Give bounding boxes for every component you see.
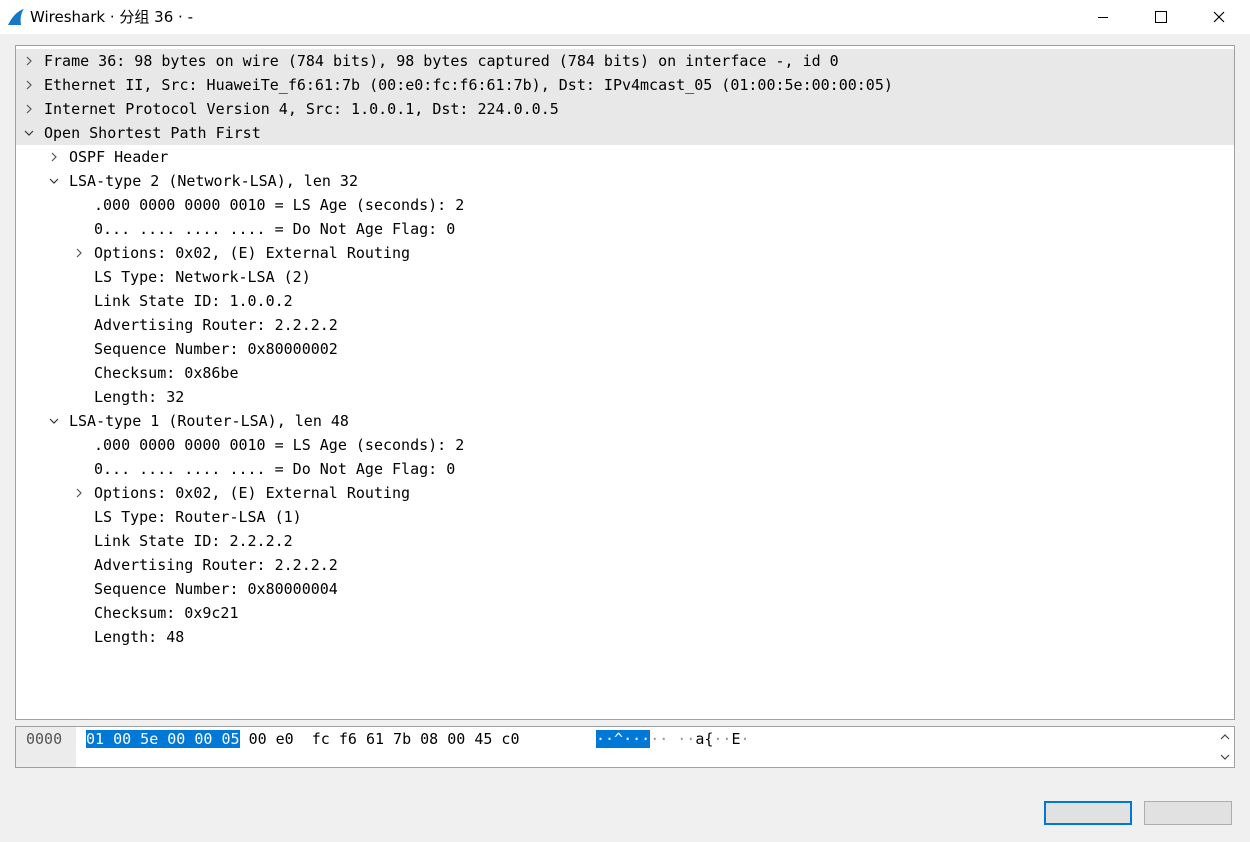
tree-row-text: 0... .... .... .... = Do Not Age Flag: 0 <box>94 220 456 238</box>
chevron-up-icon <box>1220 734 1230 740</box>
tree-row[interactable]: 0... .... .... .... = Do Not Age Flag: 0 <box>16 457 1234 481</box>
tree-row-text: Internet Protocol Version 4, Src: 1.0.0.… <box>44 100 559 118</box>
chevron-right-icon[interactable] <box>22 49 36 73</box>
tree-row-text: Sequence Number: 0x80000002 <box>94 340 338 358</box>
tree-row[interactable]: Open Shortest Path First <box>16 121 1234 145</box>
tree-row-text: .000 0000 0000 0010 = LS Age (seconds): … <box>94 436 465 454</box>
tree-row[interactable]: .000 0000 0000 0010 = LS Age (seconds): … <box>16 433 1234 457</box>
ascii-bytes[interactable]: ··^····· ··a{··E· <box>596 727 750 751</box>
tree-row-text: Open Shortest Path First <box>44 124 261 142</box>
tree-row[interactable]: Internet Protocol Version 4, Src: 1.0.0.… <box>16 97 1234 121</box>
ok-button[interactable] <box>1044 801 1132 825</box>
minimize-button[interactable] <box>1074 0 1132 34</box>
hex-offset-gutter: 0000 <box>16 727 76 767</box>
tree-row[interactable]: Sequence Number: 0x80000002 <box>16 337 1234 361</box>
tree-row-text: 0... .... .... .... = Do Not Age Flag: 0 <box>94 460 456 478</box>
tree-row-text: Options: 0x02, (E) External Routing <box>94 244 411 262</box>
close-button[interactable] <box>1190 0 1248 34</box>
packet-details-tree[interactable]: Frame 36: 98 bytes on wire (784 bits), 9… <box>15 45 1235 720</box>
cancel-button[interactable] <box>1144 801 1232 825</box>
tree-row[interactable]: Length: 48 <box>16 625 1234 649</box>
maximize-button[interactable] <box>1132 0 1190 34</box>
ascii-rest[interactable]: ·· <box>668 730 695 748</box>
packet-bytes-pane[interactable]: 0000 01 00 5e 00 00 05 00 e0 fc f6 61 7b… <box>15 726 1235 768</box>
chevron-right-icon[interactable] <box>47 145 61 169</box>
tree-row[interactable]: LSA-type 1 (Router-LSA), len 48 <box>16 409 1234 433</box>
tree-row-text: .000 0000 0000 0010 = LS Age (seconds): … <box>94 196 465 214</box>
chevron-right-icon[interactable] <box>22 97 36 121</box>
ascii-selected[interactable]: ··^··· <box>596 730 651 748</box>
scroll-down-button[interactable] <box>1217 748 1233 766</box>
tree-row[interactable]: Checksum: 0x9c21 <box>16 601 1234 625</box>
tree-row[interactable]: Checksum: 0x86be <box>16 361 1234 385</box>
title-bar[interactable]: Wireshark · 分组 36 · - <box>0 0 1250 34</box>
tree-row-text: Checksum: 0x86be <box>94 364 239 382</box>
hex-bytes-rest[interactable]: 00 e0 fc f6 61 7b 08 00 45 c0 <box>249 730 520 748</box>
chevron-down-icon[interactable] <box>22 121 36 145</box>
tree-row-text: Checksum: 0x9c21 <box>94 604 239 622</box>
chevron-down-icon[interactable] <box>47 409 61 433</box>
tree-row[interactable]: Length: 32 <box>16 385 1234 409</box>
tree-row[interactable]: LS Type: Router-LSA (1) <box>16 505 1234 529</box>
chevron-right-icon[interactable] <box>72 241 86 265</box>
hex-bytes-selected[interactable]: 01 00 5e 00 00 05 <box>86 730 240 748</box>
tree-row[interactable]: Options: 0x02, (E) External Routing <box>16 481 1234 505</box>
tree-row[interactable]: LS Type: Network-LSA (2) <box>16 265 1234 289</box>
ascii-rest[interactable]: ·· <box>713 730 731 748</box>
scroll-up-button[interactable] <box>1217 728 1233 746</box>
tree-row-text: Link State ID: 2.2.2.2 <box>94 532 293 550</box>
tree-row[interactable]: Link State ID: 1.0.0.2 <box>16 289 1234 313</box>
tree-row-text: Ethernet II, Src: HuaweiTe_f6:61:7b (00:… <box>44 76 893 94</box>
hex-offset: 0000 <box>26 730 63 748</box>
tree-row-text: LSA-type 2 (Network-LSA), len 32 <box>69 172 358 190</box>
tree-row[interactable]: Advertising Router: 2.2.2.2 <box>16 313 1234 337</box>
hex-bytes[interactable]: 01 00 5e 00 00 05 00 e0 fc f6 61 7b 08 0… <box>86 727 520 751</box>
ascii-rest[interactable]: E <box>731 730 740 748</box>
tree-row[interactable]: Ethernet II, Src: HuaweiTe_f6:61:7b (00:… <box>16 73 1234 97</box>
tree-row-text: LSA-type 1 (Router-LSA), len 48 <box>69 412 349 430</box>
tree-row[interactable]: LSA-type 2 (Network-LSA), len 32 <box>16 169 1234 193</box>
tree-row-text: Link State ID: 1.0.0.2 <box>94 292 293 310</box>
ascii-rest[interactable]: ·· <box>650 730 668 748</box>
close-icon <box>1213 11 1225 23</box>
ascii-rest[interactable]: · <box>741 730 750 748</box>
tree-row-text: Frame 36: 98 bytes on wire (784 bits), 9… <box>44 52 839 70</box>
tree-row[interactable]: OSPF Header <box>16 145 1234 169</box>
tree-row-text: Length: 32 <box>94 388 185 406</box>
tree-row[interactable]: .000 0000 0000 0010 = LS Age (seconds): … <box>16 193 1234 217</box>
ascii-rest[interactable]: a{ <box>695 730 713 748</box>
tree-row[interactable]: 0... .... .... .... = Do Not Age Flag: 0 <box>16 217 1234 241</box>
tree-row-text: LS Type: Network-LSA (2) <box>94 268 311 286</box>
chevron-right-icon[interactable] <box>72 481 86 505</box>
tree-row-text: Options: 0x02, (E) External Routing <box>94 484 411 502</box>
tree-row[interactable]: Advertising Router: 2.2.2.2 <box>16 553 1234 577</box>
chevron-down-icon[interactable] <box>47 169 61 193</box>
chevron-down-icon <box>1220 754 1230 760</box>
chevron-right-icon[interactable] <box>22 73 36 97</box>
window-title: Wireshark · 分组 36 · - <box>30 8 193 26</box>
tree-row-text: LS Type: Router-LSA (1) <box>94 508 302 526</box>
tree-row-text: Advertising Router: 2.2.2.2 <box>94 316 338 334</box>
tree-row-text: Sequence Number: 0x80000004 <box>94 580 338 598</box>
tree-row[interactable]: Options: 0x02, (E) External Routing <box>16 241 1234 265</box>
wireshark-fin-icon <box>6 7 26 27</box>
tree-row[interactable]: Sequence Number: 0x80000004 <box>16 577 1234 601</box>
tree-row-text: Advertising Router: 2.2.2.2 <box>94 556 338 574</box>
maximize-icon <box>1155 11 1167 23</box>
tree-row[interactable]: Link State ID: 2.2.2.2 <box>16 529 1234 553</box>
minimize-icon <box>1098 17 1108 18</box>
tree-row[interactable]: Frame 36: 98 bytes on wire (784 bits), 9… <box>16 49 1234 73</box>
tree-row-text: OSPF Header <box>69 148 169 166</box>
tree-row-text: Length: 48 <box>94 628 185 646</box>
